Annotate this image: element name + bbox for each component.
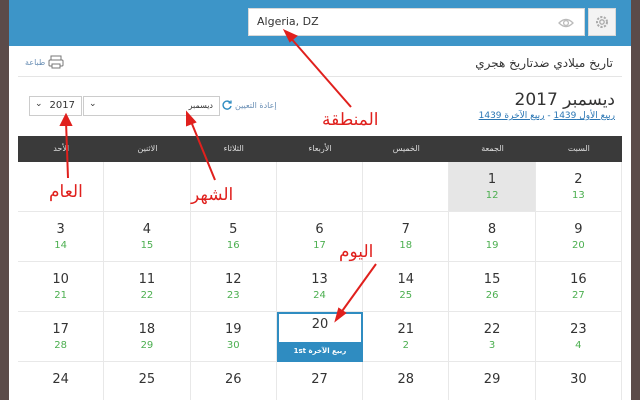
annotation-month: الشهر (191, 185, 234, 205)
annotation-year: العام (49, 182, 83, 202)
annotation-arrows (59, 28, 377, 323)
annotation-day: اليوم (339, 242, 374, 262)
app-frame: Algeria, DZ طباعة تاريخ ميلادي ضدتاريخ ه… (9, 0, 631, 400)
annotation-region: المنطقة (322, 110, 379, 130)
